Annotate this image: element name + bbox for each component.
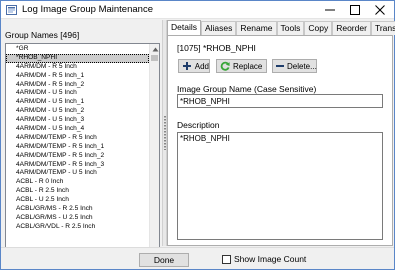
list-scrollbar[interactable] <box>149 44 159 266</box>
tab-copy[interactable]: Copy <box>304 21 333 35</box>
group-list-items: *GR *RHOB_NPHI 4ARM/DM - R 5 Inch 4ARM/DM -… <box>6 45 149 232</box>
group-names-list[interactable]: *GR *RHOB_NPHI 4ARM/DM - R 5 Inch 4ARM/DM -… <box>5 43 160 267</box>
add-button[interactable]: Add <box>178 59 210 73</box>
list-item[interactable]: 4ARM/DM - U 5 Inch_2 <box>6 107 149 116</box>
title-bar: Log Image Group Maintenance <box>1 1 394 19</box>
list-item-selected[interactable]: *RHOB_NPHI <box>6 53 149 63</box>
details-tab-body: [1075] *RHOB_NPHI Add Replace Delete... … <box>167 35 393 246</box>
splitter-grip-icon <box>164 116 166 150</box>
minimize-button[interactable] <box>318 1 342 18</box>
tab-reorder[interactable]: Reorder <box>332 21 371 35</box>
show-image-count-checkbox[interactable] <box>222 255 231 264</box>
group-name-input[interactable] <box>177 94 383 108</box>
minus-icon <box>276 61 284 71</box>
add-button-label: Add <box>194 61 209 71</box>
list-item[interactable]: 4ARM/DM/TEMP - R 5 Inch_2 <box>6 152 149 161</box>
tab-details[interactable]: Details <box>167 20 201 35</box>
tab-strip: Details Aliases Rename Tools Copy Reorder Tran… <box>167 20 395 35</box>
replace-button-label: Replace <box>233 61 263 71</box>
description-textarea[interactable]: *RHOB_NPHI <box>177 132 383 240</box>
group-names-header: Group Names [496] <box>5 30 80 40</box>
refresh-arrow-icon <box>220 61 230 71</box>
scroll-up-arrow-icon[interactable] <box>150 44 159 54</box>
record-id-label: [1075] *RHOB_NPHI <box>177 43 256 53</box>
list-item[interactable]: 4ARM/DM/TEMP - R 5 Inch <box>6 134 149 143</box>
tab-aliases[interactable]: Aliases <box>200 21 237 35</box>
app-window: Log Image Group Maintenance Group Names … <box>0 0 395 270</box>
list-item[interactable]: 4ARM/DM/TEMP - R 5 Inch_3 <box>6 161 149 170</box>
list-item[interactable]: 4ARM/DM - U 5 Inch_4 <box>6 125 149 134</box>
tab-translate[interactable]: Translate <box>370 21 395 35</box>
list-item[interactable]: ACBL/GR/VDL - R 2.5 Inch <box>6 223 149 232</box>
list-item[interactable]: *GR <box>6 45 149 54</box>
delete-button-label: Delete... <box>287 61 317 71</box>
tab-rename[interactable]: Rename <box>236 21 277 35</box>
close-icon <box>375 4 385 15</box>
list-item[interactable]: 4ARM/DM/TEMP - U 5 Inch <box>6 169 149 178</box>
group-names-panel: Group Names [496] *GR *RHOB_NPHI 4ARM/DM -… <box>2 20 163 267</box>
list-item[interactable]: ACBL/GR/MS - R 2.5 Inch <box>6 205 149 214</box>
list-item[interactable]: 4ARM/DM - U 5 Inch <box>6 89 149 98</box>
list-item[interactable]: 4ARM/DM - U 5 Inch_3 <box>6 116 149 125</box>
minimize-icon <box>325 9 335 10</box>
plus-icon <box>182 61 192 71</box>
close-button[interactable] <box>368 1 392 18</box>
delete-button[interactable]: Delete... <box>272 59 317 73</box>
show-image-count-label: Show Image Count <box>234 254 307 264</box>
group-name-label: Image Group Name (Case Sensitive) <box>177 84 317 94</box>
done-button[interactable]: Done <box>139 253 189 267</box>
list-item[interactable]: 4ARM/DM - R 5 Inch_1 <box>6 72 149 81</box>
list-item[interactable]: ACBL - R 0 Inch <box>6 178 149 187</box>
list-item[interactable]: 4ARM/DM - R 5 Inch <box>6 63 149 72</box>
list-item[interactable]: ACBL - U 2.5 Inch <box>6 196 149 205</box>
maximize-button[interactable] <box>343 1 367 18</box>
bottom-bar: Done Show Image Count <box>1 247 394 269</box>
description-label: Description <box>177 120 220 130</box>
app-icon <box>6 5 17 15</box>
tab-tools[interactable]: Tools <box>276 21 305 35</box>
list-item[interactable]: 4ARM/DM/TEMP - R 5 Inch_1 <box>6 143 149 152</box>
details-panel: Details Aliases Rename Tools Copy Reorder Tran… <box>167 20 395 246</box>
list-item[interactable]: 4ARM/DM - R 5 Inch_2 <box>6 81 149 90</box>
replace-button[interactable]: Replace <box>216 59 267 73</box>
maximize-icon <box>350 4 360 15</box>
scroll-thumb[interactable] <box>151 55 158 61</box>
list-item[interactable]: ACBL - R 2.5 Inch <box>6 187 149 196</box>
window-title: Log Image Group Maintenance <box>22 4 153 15</box>
list-item[interactable]: 4ARM/DM - U 5 Inch_1 <box>6 98 149 107</box>
list-item[interactable]: ACBL/GR/MS - U 2.5 Inch <box>6 214 149 223</box>
